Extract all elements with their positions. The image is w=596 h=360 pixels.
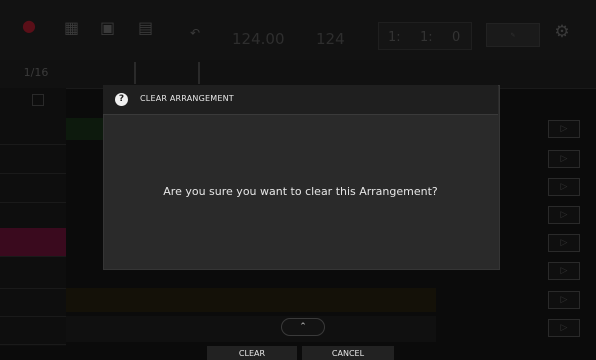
- play-icon[interactable]: ▷: [548, 291, 580, 309]
- track-row-selected[interactable]: [0, 228, 66, 257]
- clip: [66, 316, 436, 342]
- position-bar[interactable]: 1:: [388, 30, 401, 45]
- list-icon[interactable]: ▤: [138, 18, 153, 37]
- question-icon: ?: [115, 93, 128, 106]
- play-icon[interactable]: ▷: [548, 120, 580, 138]
- track-row[interactable]: [0, 145, 66, 174]
- bpm-display[interactable]: 124.00: [232, 30, 285, 48]
- dialog-title: CLEAR ARRANGEMENT: [140, 94, 234, 103]
- play-icon[interactable]: ▷: [548, 319, 580, 337]
- play-icon[interactable]: ▷: [548, 178, 580, 196]
- track-view-icon[interactable]: [32, 94, 44, 106]
- edit-button[interactable]: ✎: [486, 23, 540, 47]
- record-icon[interactable]: ▣: [100, 18, 115, 37]
- clear-button[interactable]: CLEAR: [207, 346, 297, 360]
- play-icon[interactable]: ▷: [548, 206, 580, 224]
- bottom-bar: [0, 346, 596, 360]
- quantize-value[interactable]: 1/16: [14, 66, 58, 84]
- position-tick[interactable]: 0: [452, 30, 460, 45]
- dialog-message: Are you sure you want to clear this Arra…: [163, 185, 438, 198]
- track-row[interactable]: [0, 174, 66, 203]
- clip: [66, 288, 436, 312]
- loop-icon[interactable]: ↶: [190, 26, 200, 40]
- play-icon[interactable]: ▷: [548, 234, 580, 252]
- play-icon[interactable]: ▷: [548, 150, 580, 168]
- track-row[interactable]: [0, 116, 66, 145]
- track-row[interactable]: [0, 316, 66, 345]
- clip: [66, 118, 106, 140]
- gear-icon[interactable]: ⚙: [552, 22, 572, 42]
- logo-icon: ●: [22, 16, 36, 35]
- track-row[interactable]: [0, 288, 66, 317]
- bars-display[interactable]: 124: [316, 30, 345, 48]
- position-beat[interactable]: 1:: [420, 30, 433, 45]
- grid-icon[interactable]: ▦: [64, 18, 79, 37]
- play-icon[interactable]: ▷: [548, 262, 580, 280]
- cancel-button[interactable]: CANCEL: [302, 346, 394, 360]
- track-row[interactable]: [0, 260, 66, 289]
- ruler-selection: [134, 62, 200, 84]
- chevron-up-icon[interactable]: ⌃: [281, 318, 325, 336]
